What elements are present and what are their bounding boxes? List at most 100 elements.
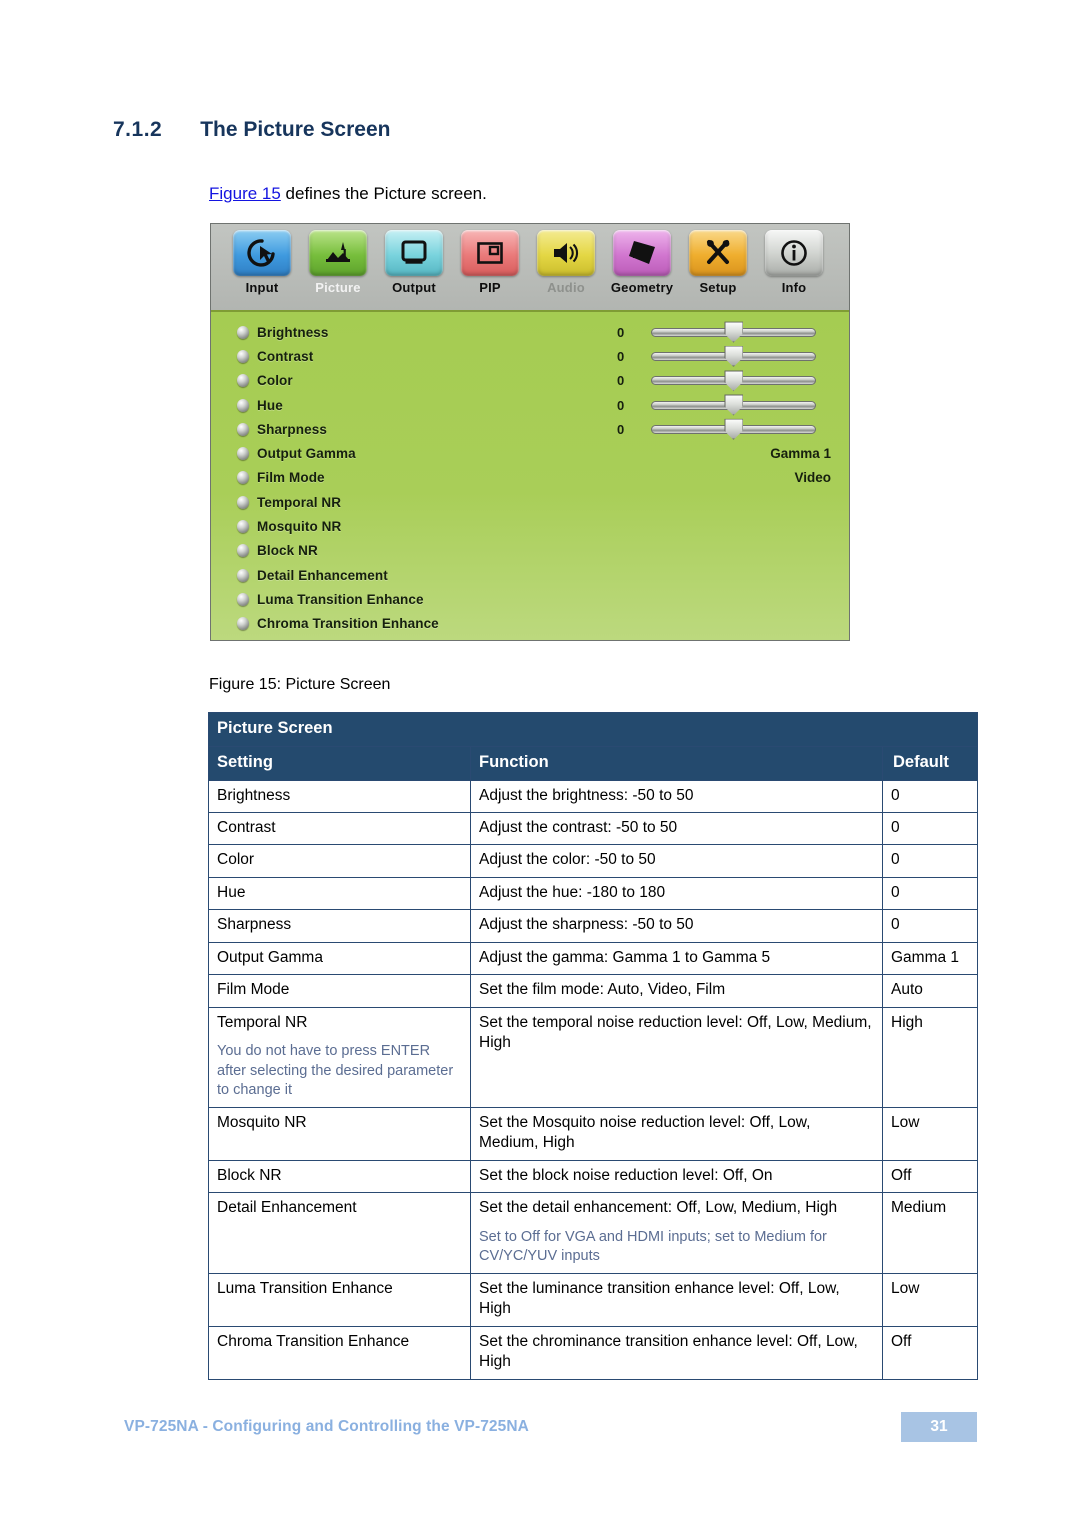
cell-function: Set the detail enhancement: Off, Low, Me… [470,1192,883,1274]
osd-settings-list: Brightness 0 Contrast 0 Color 0 Hue 0 Sh… [211,310,849,640]
bullet-icon [237,398,249,412]
osd-list-item-block-nr[interactable]: Block NR [211,539,849,563]
cell-function: Set the film mode: Auto, Video, Film [470,974,883,1008]
bullet-icon [237,544,249,558]
osd-tab-audio[interactable]: Audio [529,230,603,295]
cell-setting-note: You do not have to press ENTER after sel… [217,1043,454,1099]
osd-list-item-mosquito-nr[interactable]: Mosquito NR [211,514,849,538]
osd-tab-label: Info [781,280,807,295]
osd-list-item-output-gamma[interactable]: Output Gamma Gamma 1 [211,441,849,465]
column-header-default: Default [882,745,978,781]
bullet-icon [237,325,249,339]
slider-thumb[interactable] [724,345,743,367]
table-title-row: Picture Screen [208,712,978,747]
table-row: Hue Adjust the hue: -180 to 180 0 [208,876,978,911]
cell-function: Adjust the contrast: -50 to 50 [470,811,883,846]
osd-screenshot-figure: Input Picture Output PIP Audio Geometry … [210,223,850,641]
osd-list-item-contrast[interactable]: Contrast 0 [211,344,849,368]
bullet-icon [237,374,249,388]
setup-tools-icon [689,230,747,276]
osd-tab-output[interactable]: Output [377,230,451,295]
table-row: Color Adjust the color: -50 to 50 0 [208,844,978,878]
osd-tab-input[interactable]: Input [225,230,299,295]
osd-item-label: Temporal NR [257,494,342,510]
bullet-icon [237,520,249,534]
cell-function: Adjust the gamma: Gamma 1 to Gamma 5 [470,941,883,976]
osd-item-value: Gamma 1 [770,446,831,462]
osd-tab-label: Setup [699,280,737,295]
osd-item-value: 0 [617,397,625,413]
slider-thumb[interactable] [724,321,743,343]
bullet-icon [237,568,249,582]
picture-scene-icon [309,230,367,276]
brightness-slider[interactable] [651,321,816,343]
table-row: Contrast Adjust the contrast: -50 to 50 … [208,811,978,846]
bullet-icon [237,349,249,363]
cell-function: Set the luminance transition enhance lev… [470,1272,883,1327]
osd-list-item-luma-transition-enhance[interactable]: Luma Transition Enhance [211,587,849,611]
osd-list-item-film-mode[interactable]: Film Mode Video [211,466,849,490]
cell-function: Set the Mosquito noise reduction level: … [470,1106,883,1161]
table-row: Block NR Set the block noise reduction l… [208,1159,978,1194]
osd-list-item-sharpness[interactable]: Sharpness 0 [211,417,849,441]
cell-function-text: Set the detail enhancement: Off, Low, Me… [479,1199,838,1217]
cell-default: Gamma 1 [882,941,978,976]
table-row: Detail Enhancement Set the detail enhanc… [208,1192,978,1274]
osd-item-label: Brightness [257,324,329,340]
figure-cross-reference-link[interactable]: Figure 15 [209,184,281,203]
table-row: Temporal NR You do not have to press ENT… [208,1006,978,1108]
cell-setting: Detail Enhancement [208,1192,471,1274]
cell-setting: Chroma Transition Enhance [208,1325,471,1380]
bullet-icon [237,592,249,606]
hue-slider[interactable] [651,394,816,416]
osd-item-label: Luma Transition Enhance [257,591,424,607]
osd-list-item-temporal-nr[interactable]: Temporal NR [211,490,849,514]
cell-setting: Luma Transition Enhance [208,1272,471,1327]
osd-item-label: Sharpness [257,421,327,437]
osd-tab-info[interactable]: Info [757,230,831,295]
sharpness-slider[interactable] [651,418,816,440]
info-circle-icon [765,230,823,276]
osd-list-item-detail-enhancement[interactable]: Detail Enhancement [211,563,849,587]
section-title: The Picture Screen [200,118,391,141]
color-slider[interactable] [651,370,816,392]
osd-tab-label: Geometry [610,280,674,295]
table-row: Luma Transition Enhance Set the luminanc… [208,1272,978,1327]
osd-tab-geometry[interactable]: Geometry [605,230,679,295]
osd-tab-label: PIP [479,280,501,295]
cell-default: Off [882,1159,978,1194]
picture-screen-table: Picture Screen Setting Function Default … [208,712,978,1380]
bullet-icon [237,422,249,436]
cell-function: Set the temporal noise reduction level: … [470,1006,883,1108]
osd-tab-setup[interactable]: Setup [681,230,755,295]
input-cursor-icon [233,230,291,276]
column-header-setting: Setting [208,745,471,781]
osd-item-value: 0 [617,348,625,364]
osd-item-label: Contrast [257,348,314,364]
slider-thumb[interactable] [724,418,743,440]
osd-list-item-chroma-transition-enhance[interactable]: Chroma Transition Enhance [211,612,849,636]
contrast-slider[interactable] [651,345,816,367]
osd-list-item-hue[interactable]: Hue 0 [211,393,849,417]
cell-default: 0 [882,779,978,813]
slider-thumb[interactable] [724,370,743,392]
intro-text: defines the Picture screen. [280,184,487,203]
osd-tab-picture[interactable]: Picture [301,230,375,295]
cell-default: 0 [882,876,978,911]
osd-item-value: Video [794,470,831,486]
bullet-icon [237,471,249,485]
page-number-badge: 31 [901,1412,977,1442]
osd-list-item-brightness[interactable]: Brightness 0 [211,320,849,344]
osd-list-item-color[interactable]: Color 0 [211,369,849,393]
cell-default: Medium [882,1192,978,1274]
cell-setting: Sharpness [208,909,471,943]
osd-tab-label: Audio [547,280,585,295]
osd-item-value: 0 [617,421,625,437]
osd-tab-pip[interactable]: PIP [453,230,527,295]
osd-item-label: Film Mode [257,470,325,486]
picture-screen-table-wrapper: Picture Screen Setting Function Default … [208,712,978,1380]
table-row: Brightness Adjust the brightness: -50 to… [208,779,978,813]
slider-thumb[interactable] [724,394,743,416]
table-row: Mosquito NR Set the Mosquito noise reduc… [208,1106,978,1161]
intro-paragraph: Figure 15 defines the Picture screen. [209,184,487,204]
